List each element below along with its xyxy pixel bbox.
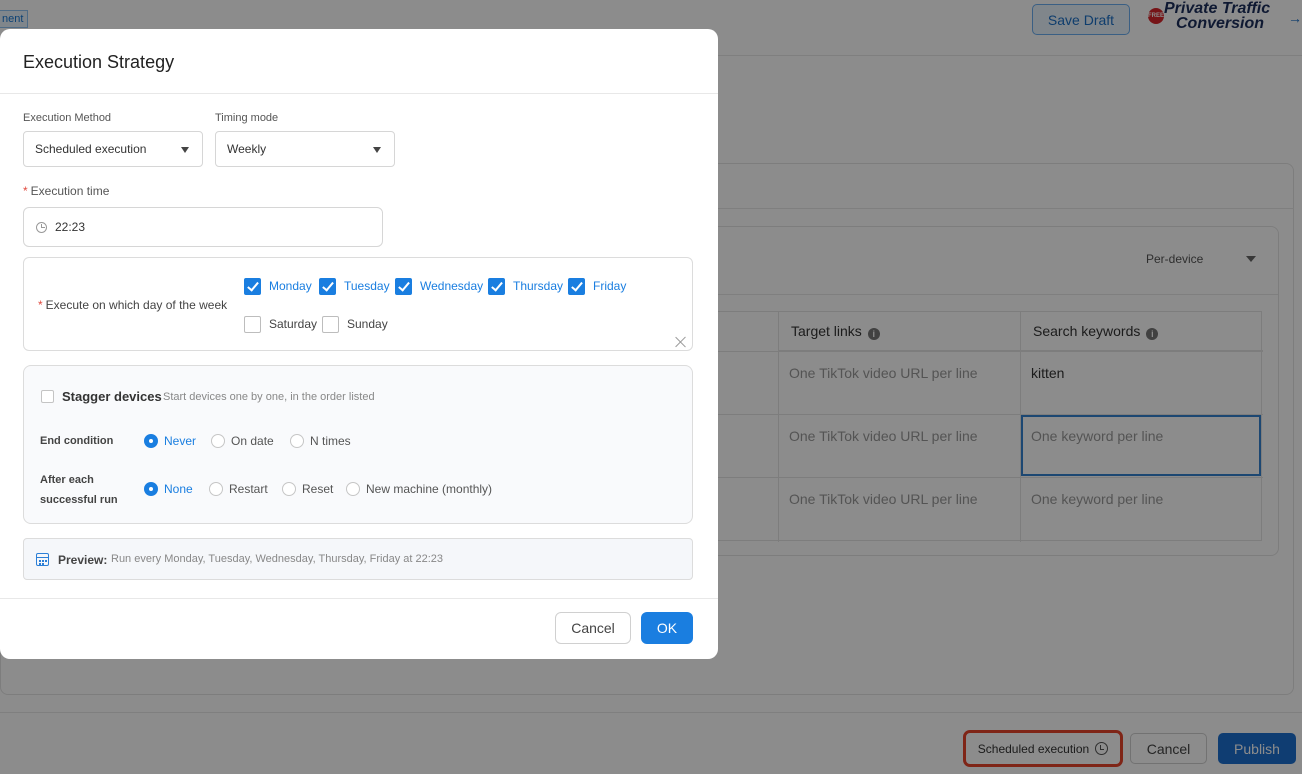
radio-label: New machine (monthly) (366, 482, 493, 496)
timing-mode-select[interactable]: Weekly (215, 131, 395, 167)
execution-time-label-text: Execution time (30, 184, 110, 198)
day-checkbox-sunday[interactable]: Sunday (322, 315, 388, 333)
end-condition-label: End condition (40, 435, 114, 447)
calendar-icon (36, 553, 49, 566)
radio-label: Reset (302, 482, 334, 496)
required-mark: * (23, 184, 28, 198)
execution-options: Stagger devices Start devices one by one… (23, 365, 693, 524)
day-label: Saturday (269, 317, 318, 331)
day-checkbox-tuesday[interactable]: Tuesday (319, 277, 390, 295)
end-condition-on-date-radio[interactable]: On date (211, 433, 274, 449)
radio-unselected-icon (209, 482, 223, 496)
radio-unselected-icon (282, 482, 296, 496)
radio-selected-icon (144, 482, 158, 496)
timing-mode-label: Timing mode (215, 112, 279, 124)
timing-mode-value: Weekly (227, 142, 267, 156)
day-checkbox-thursday[interactable]: Thursday (488, 277, 563, 295)
weekday-selector: * Execute on which day of the week Monday… (23, 257, 693, 351)
day-checkbox-friday[interactable]: Friday (568, 277, 626, 295)
day-checkbox-saturday[interactable]: Saturday (244, 315, 317, 333)
checkbox-checked-icon (319, 277, 336, 295)
radio-label: Never (164, 434, 197, 448)
divider (0, 93, 718, 94)
clock-icon (36, 222, 47, 233)
day-checkbox-wednesday[interactable]: Wednesday (395, 277, 483, 295)
end-condition-n-times-radio[interactable]: N times (290, 433, 351, 449)
execution-time-value: 22:23 (55, 220, 86, 234)
stagger-devices-label: Stagger devices (62, 389, 162, 404)
after-run-label-line-2: successful run (40, 494, 118, 506)
radio-label: N times (310, 434, 351, 448)
checkbox-checked-icon (395, 277, 412, 295)
checkbox-unchecked-icon (322, 315, 339, 333)
after-run-new-machine-radio[interactable]: New machine (monthly) (346, 481, 492, 497)
close-icon[interactable] (675, 336, 687, 348)
checkbox-checked-icon (244, 277, 261, 295)
caret-down-icon (181, 147, 189, 153)
preview-label: Preview: (58, 553, 108, 567)
preview-text: Run every Monday, Tuesday, Wednesday, Th… (111, 553, 444, 565)
day-label: Sunday (347, 317, 388, 331)
stagger-devices-checkbox[interactable] (41, 390, 54, 403)
radio-label: On date (231, 434, 274, 448)
after-run-reset-radio[interactable]: Reset (282, 481, 333, 497)
after-run-restart-radio[interactable]: Restart (209, 481, 268, 497)
checkbox-checked-icon (568, 277, 585, 295)
radio-label: Restart (229, 482, 268, 496)
checkbox-unchecked-icon (244, 315, 261, 333)
after-run-none-radio[interactable]: None (144, 481, 193, 497)
day-label: Monday (269, 279, 312, 293)
day-checkbox-monday[interactable]: Monday (244, 277, 312, 295)
execution-method-select[interactable]: Scheduled execution (23, 131, 203, 167)
checkbox-checked-icon (488, 277, 505, 295)
execution-method-value: Scheduled execution (35, 142, 147, 156)
execution-method-label: Execution Method (23, 112, 112, 124)
weekday-label: * Execute on which day of the week (38, 298, 227, 312)
schedule-preview: Preview: Run every Monday, Tuesday, Wedn… (23, 538, 693, 580)
execution-time-input[interactable]: 22:23 (23, 207, 383, 247)
divider (0, 598, 718, 599)
dialog-ok-button[interactable]: OK (641, 612, 693, 644)
execution-time-label: * Execution time (23, 184, 109, 198)
day-label: Tuesday (344, 279, 390, 293)
end-condition-never-radio[interactable]: Never (144, 433, 196, 449)
radio-label: None (164, 482, 193, 496)
radio-unselected-icon (346, 482, 360, 496)
dialog-cancel-button[interactable]: Cancel (555, 612, 631, 644)
radio-unselected-icon (290, 434, 304, 448)
weekday-label-text: Execute on which day of the week (45, 298, 228, 312)
stagger-devices-description: Start devices one by one, in the order l… (163, 391, 375, 403)
day-label: Friday (593, 279, 627, 293)
caret-down-icon (373, 147, 381, 153)
after-run-label-line-1: After each (40, 474, 94, 486)
execution-strategy-dialog: Execution Strategy Execution Method Sche… (0, 29, 718, 659)
required-mark: * (38, 298, 43, 312)
day-label: Thursday (513, 279, 564, 293)
radio-unselected-icon (211, 434, 225, 448)
day-label: Wednesday (420, 279, 484, 293)
dialog-title: Execution Strategy (23, 52, 175, 72)
radio-selected-icon (144, 434, 158, 448)
